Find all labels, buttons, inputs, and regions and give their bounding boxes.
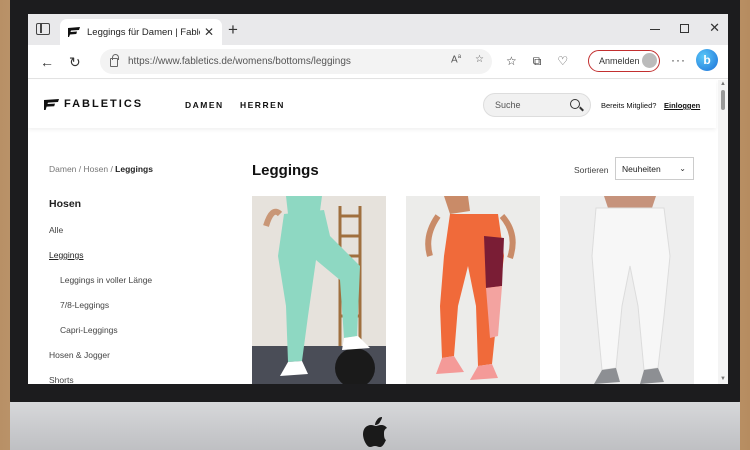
sidebar-item-full-length[interactable]: Leggings in voller Länge <box>60 275 152 285</box>
site-header: FABLETICS DAMEN HERREN Suche Bereits Mit… <box>28 80 716 128</box>
sidebar-item-hosen-jogger[interactable]: Hosen & Jogger <box>49 350 110 360</box>
toolbar-icons: ☆ ⧉ ♡ <box>506 54 568 69</box>
sidebar-item-7-8[interactable]: 7/8-Leggings <box>60 300 109 310</box>
breadcrumb-current: Leggings <box>115 164 153 174</box>
sort-label: Sortieren <box>574 165 609 175</box>
nav-damen[interactable]: DAMEN <box>185 100 224 110</box>
url-text: https://www.fabletics.de/womens/bottoms/… <box>128 56 351 67</box>
tab-title: Leggings für Damen | Fabletics <box>87 26 200 38</box>
fabletics-favicon-icon <box>68 27 80 37</box>
close-window-icon[interactable]: ✕ <box>709 20 720 36</box>
bing-copilot-icon[interactable]: b <box>696 49 718 71</box>
back-icon[interactable]: ← <box>40 54 54 70</box>
sidebar-item-shorts[interactable]: Shorts <box>49 375 74 384</box>
signin-label: Anmelden <box>599 56 640 66</box>
page-scrollbar[interactable]: ▲ ▼ <box>718 80 728 384</box>
reload-icon[interactable]: ↻ <box>69 54 81 70</box>
browser-essentials-icon[interactable]: ♡ <box>557 54 568 69</box>
member-text: Bereits Mitglied? <box>601 101 657 110</box>
fabletics-logo[interactable]: FABLETICS <box>44 98 143 110</box>
new-tab-button[interactable]: + <box>228 21 238 38</box>
fabletics-logo-icon <box>44 98 59 110</box>
search-input[interactable]: Suche <box>483 93 591 117</box>
collections-icon[interactable]: ⧉ <box>533 54 542 69</box>
tab-actions-icon[interactable] <box>36 23 50 35</box>
signin-button[interactable]: Anmelden <box>588 50 660 72</box>
sort-value: Neuheiten <box>622 163 661 174</box>
sidebar-item-leggings[interactable]: Leggings <box>49 250 84 260</box>
apple-logo-icon <box>363 417 387 447</box>
minimize-icon[interactable] <box>650 29 661 30</box>
login-link[interactable]: Einloggen <box>664 101 700 110</box>
active-tab[interactable]: Leggings für Damen | Fabletics ✕ <box>60 19 222 45</box>
nav-herren[interactable]: HERREN <box>240 100 285 110</box>
breadcrumb: Damen / Hosen / Leggings <box>49 164 153 174</box>
tab-close-icon[interactable]: ✕ <box>204 25 214 39</box>
sidebar-item-alle[interactable]: Alle <box>49 225 63 235</box>
tab-bar: Leggings für Damen | Fabletics ✕ + ✕ <box>28 14 728 45</box>
search-icon[interactable] <box>570 99 580 109</box>
product-card-white[interactable] <box>560 196 694 384</box>
product-image <box>252 196 386 384</box>
maximize-icon[interactable] <box>680 24 690 33</box>
product-image <box>406 196 540 384</box>
scroll-down-icon[interactable]: ▼ <box>720 376 726 382</box>
product-card-orange[interactable] <box>406 196 540 384</box>
sort-dropdown[interactable]: Neuheiten ⌄ <box>615 157 694 180</box>
sidebar-heading: Hosen <box>49 198 82 210</box>
browser-toolbar: ← ↻ https://www.fabletics.de/womens/bott… <box>28 45 728 79</box>
page-title: Leggings <box>252 162 319 179</box>
search-placeholder: Suche <box>495 100 521 110</box>
scroll-up-icon[interactable]: ▲ <box>720 81 726 87</box>
more-options-icon[interactable]: ··· <box>671 53 686 67</box>
address-bar-actions: Aa ☆ <box>451 54 484 65</box>
lock-icon <box>110 54 119 67</box>
scroll-thumb[interactable] <box>721 90 725 110</box>
chevron-down-icon: ⌄ <box>679 164 686 173</box>
web-page: FABLETICS DAMEN HERREN Suche Bereits Mit… <box>28 80 728 384</box>
favorite-add-icon[interactable]: ☆ <box>475 54 484 65</box>
browser-window: Leggings für Damen | Fabletics ✕ + ✕ ← ↻… <box>28 14 728 384</box>
address-bar[interactable]: https://www.fabletics.de/womens/bottoms/… <box>100 49 492 74</box>
breadcrumb-damen[interactable]: Damen <box>49 164 76 174</box>
sidebar-item-capri[interactable]: Capri-Leggings <box>60 325 118 335</box>
brand-name: FABLETICS <box>64 98 144 110</box>
breadcrumb-hosen[interactable]: Hosen <box>84 164 109 174</box>
window-controls: ✕ <box>650 20 720 36</box>
favorites-icon[interactable]: ☆ <box>506 54 517 69</box>
avatar <box>642 53 657 68</box>
read-aloud-icon[interactable]: Aa <box>451 54 461 65</box>
product-card-mint[interactable] <box>252 196 386 384</box>
product-image <box>560 196 694 384</box>
